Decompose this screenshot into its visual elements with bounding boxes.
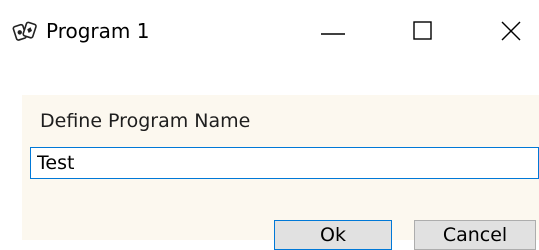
close-icon [501,21,521,41]
dialog-panel: Define Program Name Ok Cancel [22,95,539,250]
title-bar: Program 1 [0,0,539,64]
maximize-icon [413,21,432,40]
minimize-icon [321,33,345,35]
window-title: Program 1 [46,19,150,43]
maximize-button[interactable] [405,14,445,48]
app-cards-icon [12,20,38,44]
ok-button[interactable]: Ok [274,220,392,250]
program-name-input[interactable] [30,147,539,179]
cancel-button[interactable]: Cancel [414,220,536,250]
minimize-button[interactable] [315,14,355,48]
prompt-label: Define Program Name [40,110,251,132]
close-button[interactable] [492,14,532,48]
